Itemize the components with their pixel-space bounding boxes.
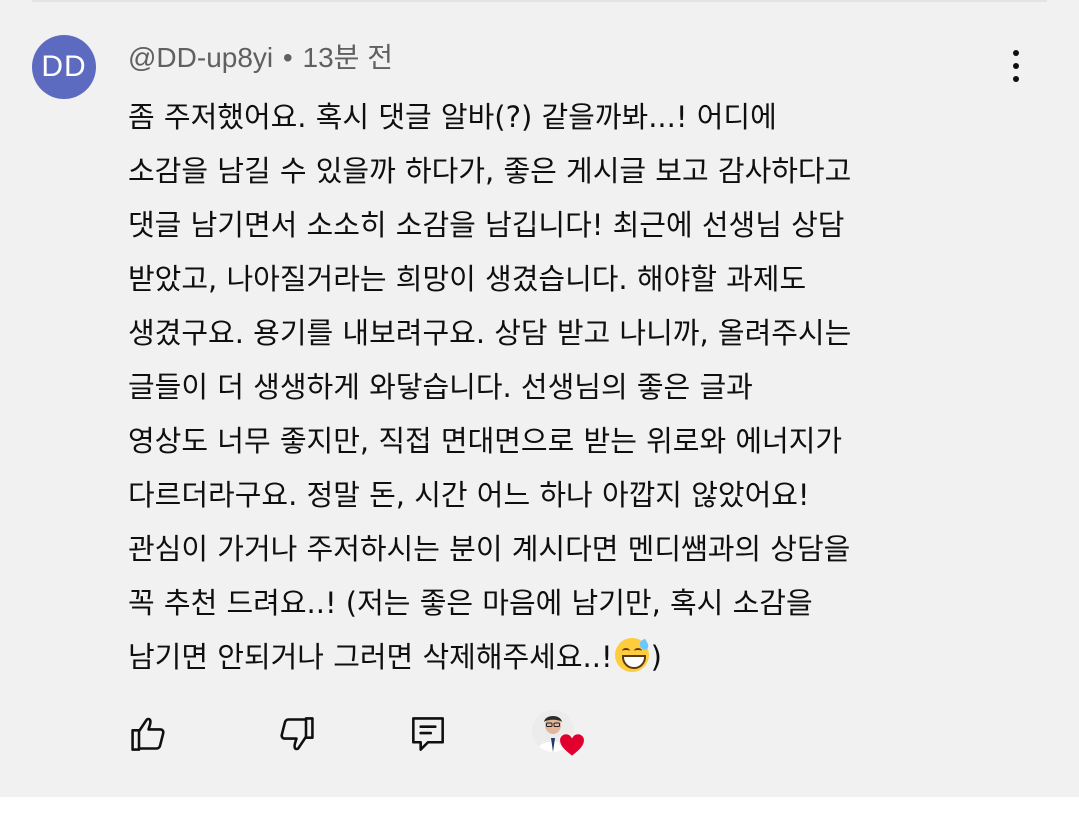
avatar[interactable]: DD	[32, 35, 96, 99]
dislike-button[interactable]	[273, 712, 317, 756]
divider	[32, 0, 1047, 2]
comment-line: 글들이 더 생생하게 와닿습니다. 선생님의 좋은 글과	[128, 370, 753, 404]
like-button[interactable]	[128, 712, 172, 756]
comment-text: 좀 주저했어요. 혹시 댓글 알바(?) 같을까봐...! 어디에 소감을 남길…	[128, 90, 1028, 684]
comment-line: 다르더라구요. 정말 돈, 시간 어느 하나 아깝지 않았어요!	[128, 478, 810, 512]
comment-line: 받았고, 나아질거라는 희망이 생겼습니다. 해야할 과제도	[128, 262, 807, 296]
comment-line: 남기면 안되거나 그러면 삭제해주세요..!)	[128, 630, 1028, 684]
author-handle[interactable]: @DD-up8yi	[128, 42, 273, 73]
comment-line: 소감을 남길 수 있을까 하다가, 좋은 게시글 보고 감사하다고	[128, 154, 852, 188]
comment-line: 영상도 너무 좋지만, 직접 면대면으로 받는 위로와 에너지가	[128, 424, 843, 458]
comment-line: 생겼구요. 용기를 내보려구요. 상담 받고 나니까, 올려주시는	[128, 316, 852, 350]
grinning-face-with-sweat-emoji	[614, 638, 650, 672]
comment-card: DD @DD-up8yi • 13분 전 좀 주저했어요. 혹시 댓글 알바(?…	[0, 0, 1079, 797]
comment-timestamp: 13분 전	[302, 42, 393, 73]
comment-line-text: 남기면 안되거나 그러면 삭제해주세요..!	[128, 640, 613, 674]
creator-heart-badge	[530, 710, 590, 762]
heart-icon	[558, 732, 586, 758]
reply-button[interactable]	[406, 712, 450, 756]
thumb-down-icon	[280, 717, 314, 751]
more-options-button[interactable]	[996, 44, 1036, 88]
comment-line: 좀 주저했어요. 혹시 댓글 알바(?) 같을까봐...! 어디에	[128, 100, 777, 134]
thumb-up-icon	[131, 717, 165, 751]
reply-comment-icon	[412, 717, 444, 751]
comment-line: 댓글 남기면서 소소히 소감을 남깁니다! 최근에 선생님 상담	[128, 208, 845, 242]
comment-line-text: )	[650, 640, 662, 674]
meta-separator: •	[282, 42, 293, 73]
bottom-spacer	[0, 797, 1079, 820]
comment-line: 꼭 추천 드려요..! (저는 좋은 마음에 남기만, 혹시 소감을	[128, 586, 813, 620]
comment-line: 관심이 가거나 주저하시는 분이 계시다면 멘디쌤과의 상담을	[128, 532, 851, 566]
comment-header: @DD-up8yi • 13분 전	[128, 38, 393, 78]
